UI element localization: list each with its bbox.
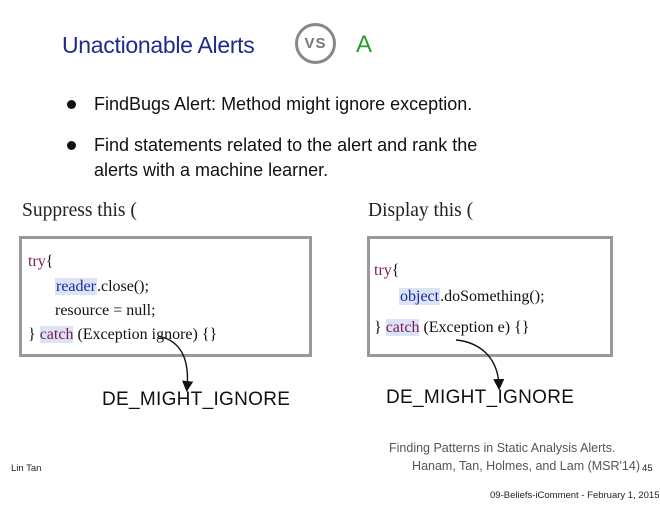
page-number: 45 xyxy=(642,463,653,474)
author: Lin Tan xyxy=(11,463,42,474)
reference-line-2: Hanam, Tan, Holmes, and Lam (MSR'14) xyxy=(412,459,640,473)
arrows-overlay xyxy=(157,335,505,393)
suppress-arrow xyxy=(157,335,194,393)
footer-text: 09-Beliefs-iComment - February 1, 2015 xyxy=(490,490,660,501)
reference-line-1: Finding Patterns in Static Analysis Aler… xyxy=(389,441,616,455)
display-arrow xyxy=(455,339,505,391)
